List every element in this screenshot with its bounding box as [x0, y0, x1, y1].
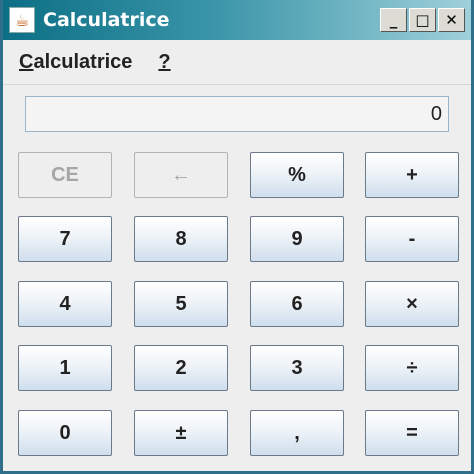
key-0[interactable]: 0 — [18, 410, 112, 456]
key-minus[interactable]: - — [365, 216, 459, 262]
key-divide[interactable]: ÷ — [365, 345, 459, 391]
key-5[interactable]: 5 — [134, 281, 228, 327]
window-controls: _ □ ✕ — [380, 8, 465, 32]
close-button[interactable]: ✕ — [438, 8, 465, 32]
key-equals[interactable]: = — [365, 410, 459, 456]
maximize-button[interactable]: □ — [409, 8, 436, 32]
close-icon: ✕ — [445, 10, 458, 29]
key-6[interactable]: 6 — [250, 281, 344, 327]
key-decimal-comma[interactable]: , — [250, 410, 344, 456]
result-display: 0 — [25, 96, 449, 132]
menu-bar: Calculatrice ? — [3, 40, 471, 85]
key-multiply[interactable]: × — [365, 281, 459, 327]
key-7[interactable]: 7 — [18, 216, 112, 262]
key-8[interactable]: 8 — [134, 216, 228, 262]
menu-help[interactable]: ? — [158, 51, 170, 74]
minimize-icon: _ — [389, 10, 398, 29]
window-title: Calculatrice — [43, 9, 170, 31]
title-bar[interactable]: ☕ Calculatrice _ □ ✕ — [3, 0, 471, 40]
maximize-icon: □ — [415, 10, 430, 29]
menu-calculatrice[interactable]: Calculatrice — [19, 51, 132, 74]
java-icon[interactable]: ☕ — [9, 7, 35, 33]
menu-label: alculatrice — [33, 50, 133, 73]
key-3[interactable]: 3 — [250, 345, 344, 391]
key-4[interactable]: 4 — [18, 281, 112, 327]
minimize-button[interactable]: _ — [380, 8, 407, 32]
calculator-window: ☕ Calculatrice _ □ ✕ Calculatrice ? 0 CE… — [0, 0, 474, 474]
key-backspace[interactable]: ← — [134, 152, 228, 198]
menu-mnemonic: ? — [158, 50, 171, 73]
key-percent[interactable]: % — [250, 152, 344, 198]
key-2[interactable]: 2 — [134, 345, 228, 391]
key-clear-entry[interactable]: CE — [18, 152, 112, 198]
key-plus-minus[interactable]: ± — [134, 410, 228, 456]
key-1[interactable]: 1 — [18, 345, 112, 391]
menu-mnemonic: C — [19, 50, 34, 73]
key-9[interactable]: 9 — [250, 216, 344, 262]
key-plus[interactable]: + — [365, 152, 459, 198]
